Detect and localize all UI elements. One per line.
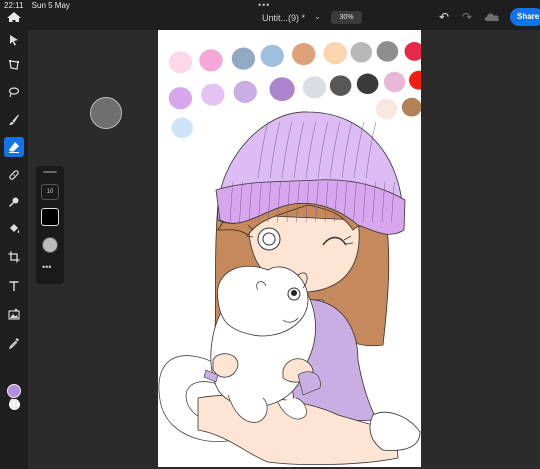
brush-size-preview — [90, 97, 122, 129]
palette-swatch[interactable] — [260, 44, 284, 68]
palette-swatch[interactable] — [269, 77, 295, 102]
redo-icon[interactable]: ↷ — [462, 10, 472, 24]
cloud-icon[interactable] — [483, 11, 501, 22]
healing-icon[interactable] — [4, 165, 24, 185]
status-time: 22:11 — [4, 1, 24, 10]
palette-swatch[interactable] — [302, 76, 327, 99]
plush-head — [217, 266, 309, 337]
smudge-icon[interactable] — [4, 192, 24, 212]
more-options-icon[interactable]: ••• — [42, 262, 51, 272]
brush-opacity-control[interactable] — [42, 237, 58, 253]
eraser-icon[interactable] — [4, 137, 24, 157]
panel-drag-handle[interactable] — [43, 171, 57, 173]
top-bar: 22:11 Sun 5 May ••• Untit...(9) * ⌄ 30% … — [0, 0, 540, 30]
fill-icon[interactable] — [4, 219, 24, 239]
palette-swatch[interactable] — [356, 73, 379, 95]
brush-size-field[interactable]: 10 — [41, 184, 59, 200]
brush-icon[interactable] — [4, 110, 24, 130]
zoom-level[interactable]: 30% — [331, 11, 362, 24]
palette-swatch[interactable] — [199, 49, 223, 72]
eyedropper-icon[interactable] — [4, 333, 24, 353]
palette-swatch[interactable] — [404, 41, 422, 61]
select-icon[interactable] — [4, 30, 24, 50]
document-title[interactable]: Untit...(9) * — [262, 13, 305, 23]
palette-swatch[interactable] — [376, 41, 399, 62]
palette-swatch[interactable] — [350, 42, 373, 63]
left-toolbar — [0, 22, 28, 469]
image-icon[interactable] — [4, 304, 24, 324]
multitask-dots-icon[interactable]: ••• — [258, 0, 270, 10]
share-button[interactable]: Share — [510, 8, 540, 26]
palette-swatch[interactable] — [383, 71, 406, 93]
undo-icon[interactable]: ↶ — [439, 10, 449, 24]
palette-swatch[interactable] — [201, 83, 225, 106]
palette-swatch[interactable] — [401, 97, 421, 117]
sock — [369, 411, 421, 451]
palette-swatch[interactable] — [233, 80, 257, 104]
palette-swatch[interactable] — [171, 117, 193, 139]
status-bar: 22:11 Sun 5 May — [4, 1, 76, 10]
palette-swatch[interactable] — [329, 75, 352, 96]
lasso-icon[interactable] — [4, 82, 24, 102]
status-date: Sun 5 May — [31, 1, 70, 10]
palette-swatch[interactable] — [375, 98, 398, 120]
text-icon[interactable] — [4, 276, 24, 296]
palette-swatch[interactable] — [168, 87, 193, 110]
document-canvas[interactable] — [158, 30, 421, 467]
brush-options-panel: 10 ••• — [36, 166, 64, 284]
palette-swatch[interactable] — [323, 42, 347, 65]
artwork[interactable] — [158, 30, 421, 467]
swap-icon[interactable] — [4, 394, 24, 414]
palette-swatch[interactable] — [292, 42, 316, 66]
brush-color-swatch[interactable] — [41, 208, 59, 226]
chevron-down-icon[interactable]: ⌄ — [314, 12, 321, 21]
left-eye — [257, 227, 281, 251]
palette-swatch[interactable] — [409, 70, 421, 90]
left-hand — [212, 353, 239, 378]
palette-swatch[interactable] — [168, 51, 193, 74]
palette-swatch[interactable] — [231, 47, 256, 70]
crop-icon[interactable] — [4, 247, 24, 267]
transform-icon[interactable] — [4, 55, 24, 75]
